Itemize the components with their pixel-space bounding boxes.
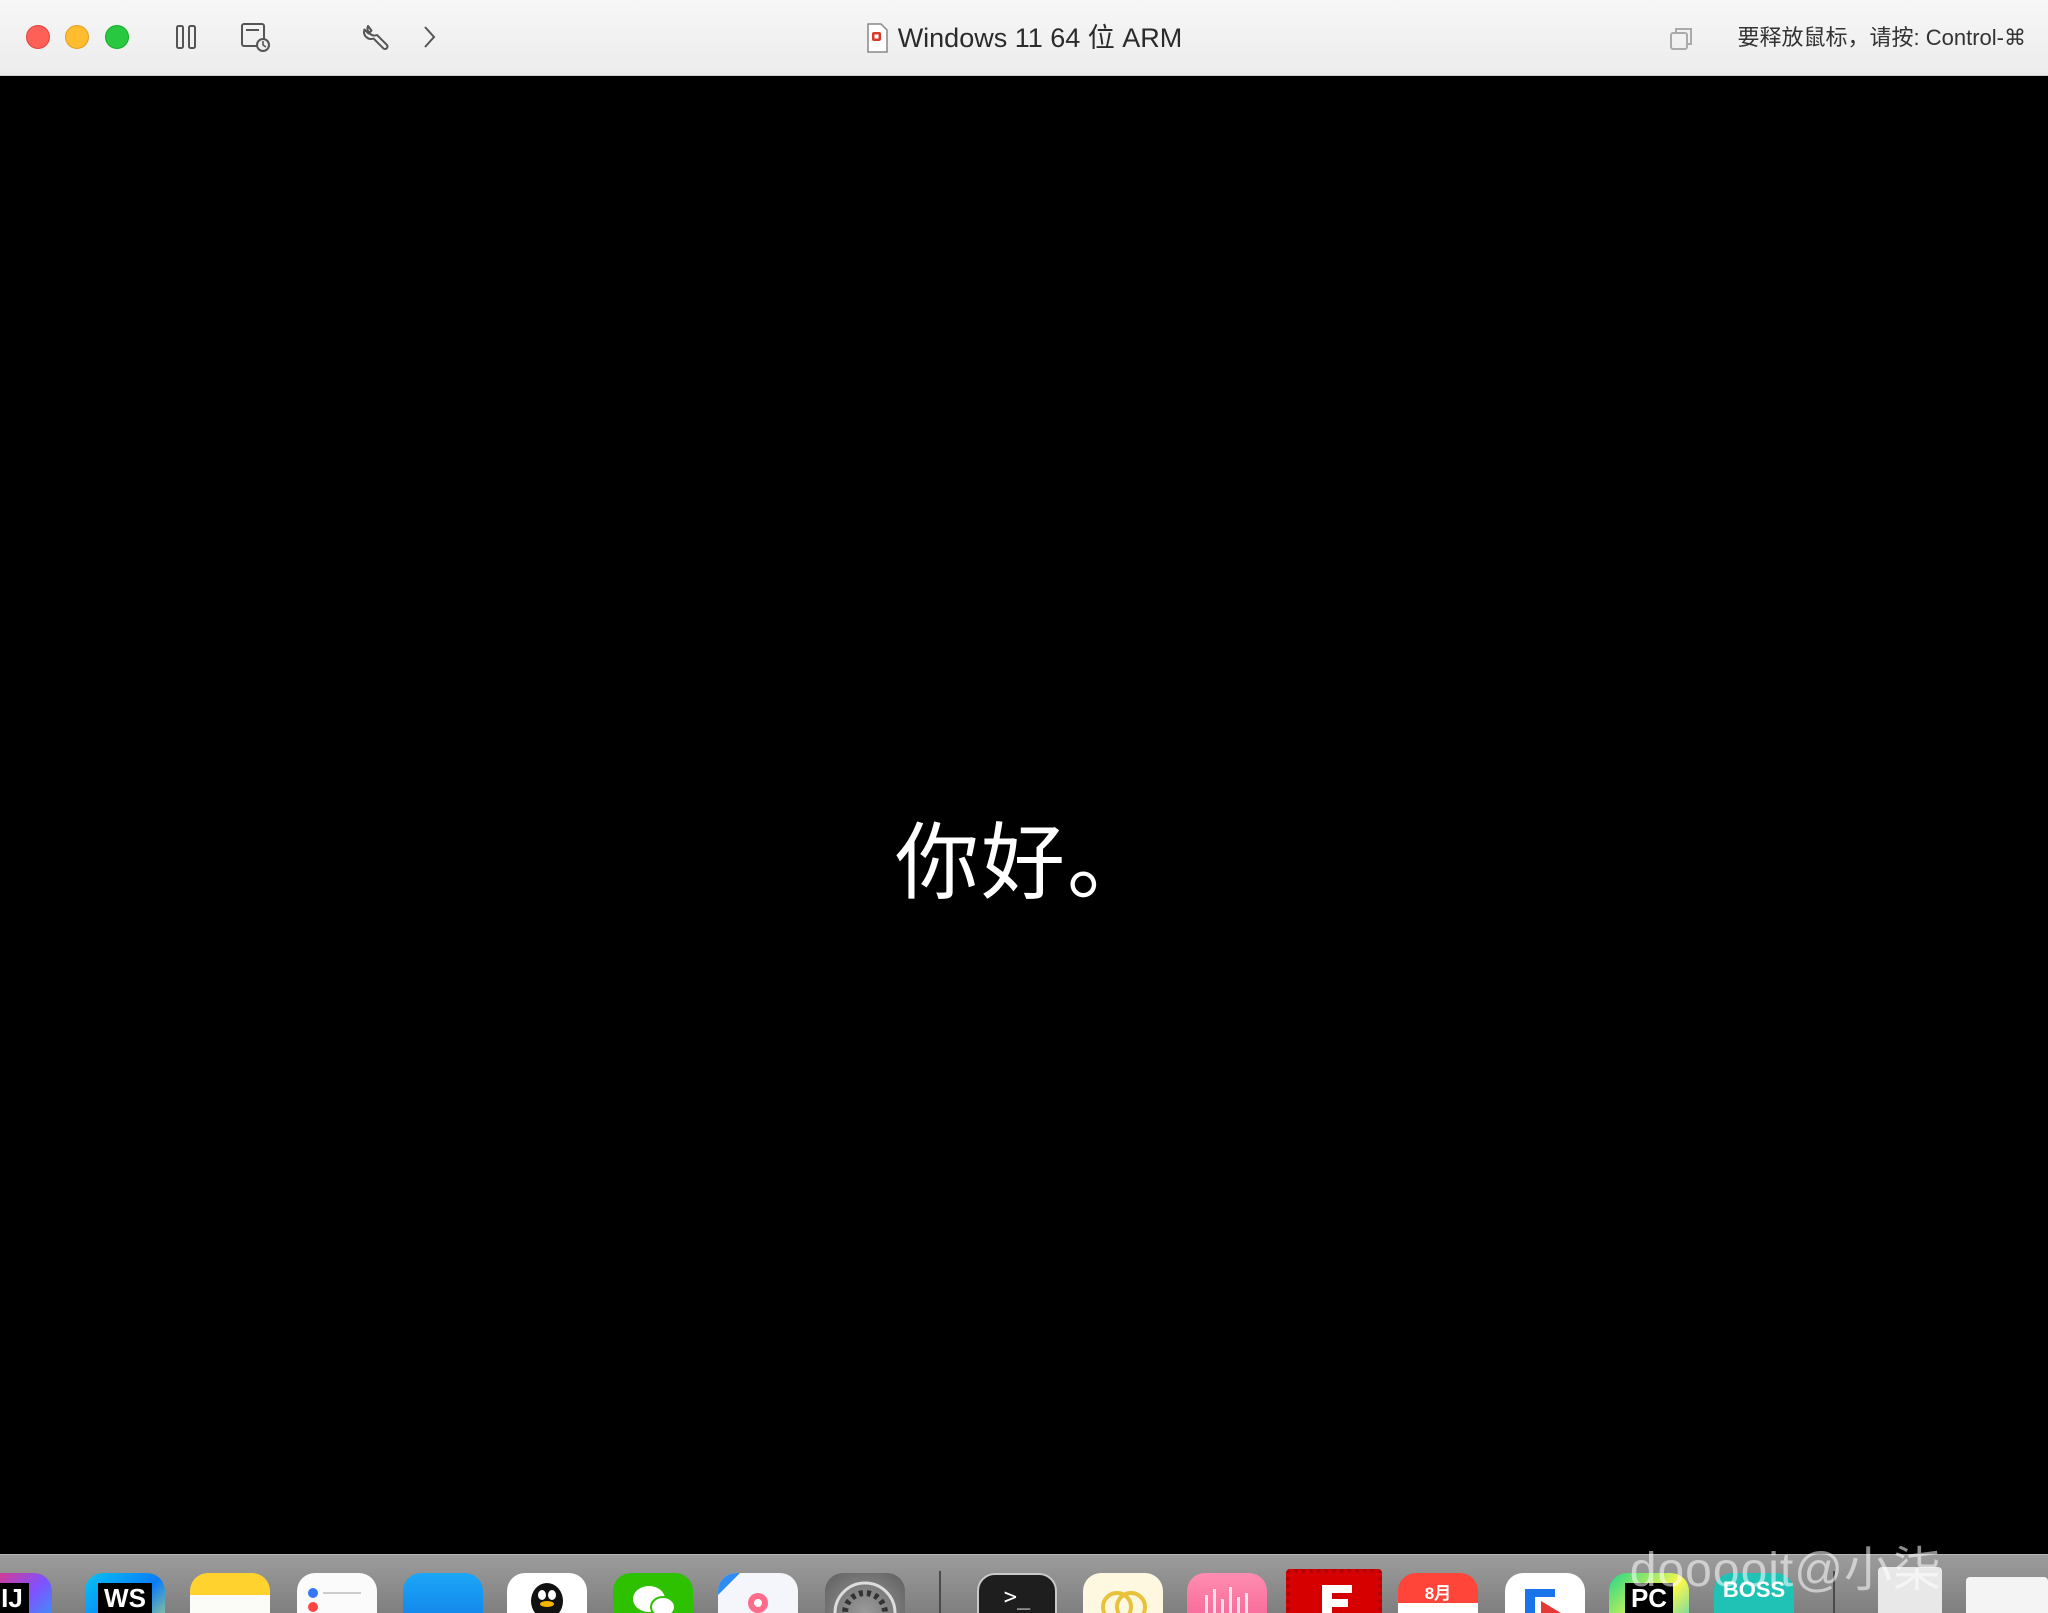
dock-app-xcode[interactable]	[403, 1573, 483, 1613]
dock-app-webstorm[interactable]: WS	[85, 1573, 165, 1613]
window-title: Windows 11 64 位 ARM	[897, 23, 1183, 53]
wrench-icon[interactable]	[358, 18, 396, 56]
dock-app-2024[interactable]	[718, 1573, 798, 1613]
maximize-button[interactable]	[105, 25, 129, 49]
dock-app-reminders[interactable]	[297, 1573, 377, 1613]
dock-app-red-f[interactable]	[1286, 1569, 1382, 1613]
dock-app-intellij-idea[interactable]: IJ	[0, 1573, 52, 1613]
title-bar: Windows 11 64 位 ARM 要释放鼠标，请按: Control-⌘	[0, 0, 2048, 76]
dock-app-notes[interactable]	[190, 1573, 270, 1613]
pause-icon[interactable]	[167, 18, 205, 56]
dock-app-blue[interactable]	[1505, 1573, 1585, 1613]
dock-stack-downloads[interactable]	[1966, 1577, 2048, 1613]
mouse-release-hint: 要释放鼠标，请按: Control-⌘	[1737, 25, 2026, 50]
dock-app-calendar[interactable]: 8月	[1398, 1573, 1478, 1613]
dock-app-system-settings[interactable]	[825, 1573, 905, 1613]
display-icon[interactable]	[1666, 24, 1696, 54]
dock-app-wechat[interactable]	[613, 1573, 693, 1613]
dock-separator	[939, 1571, 941, 1613]
dock-app-pink[interactable]	[1187, 1573, 1267, 1613]
snapshot-icon[interactable]	[236, 18, 274, 56]
welcome-greeting: 你好。	[894, 814, 1153, 912]
chevron-right-icon[interactable]	[410, 18, 448, 56]
close-button[interactable]	[26, 25, 50, 49]
dock-app-terminal[interactable]: >_	[977, 1573, 1057, 1613]
minimize-button[interactable]	[65, 25, 89, 49]
vm-document-icon	[866, 23, 888, 53]
dock-app-yellow[interactable]	[1083, 1573, 1163, 1613]
watermark: dooooit@小柒	[1629, 1544, 1942, 1597]
vm-screen[interactable]: 你好。	[0, 76, 2048, 1554]
dock-app-qq[interactable]	[507, 1573, 587, 1613]
